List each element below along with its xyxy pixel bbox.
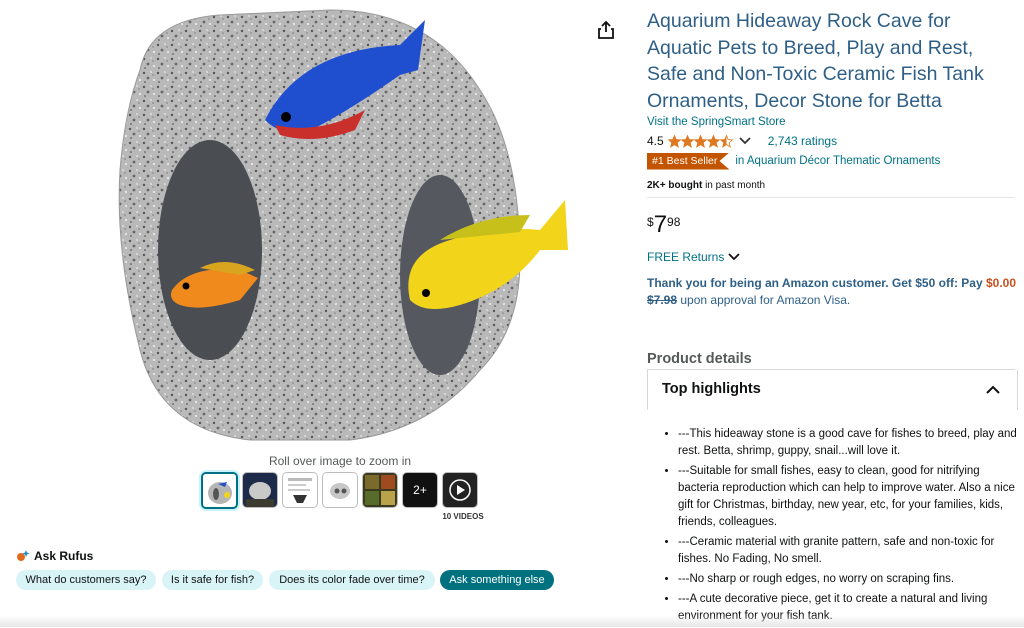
rufus-chip-customers[interactable]: What do customers say? — [16, 570, 156, 590]
highlight-item: ---Suitable for small fishes, easy to cl… — [678, 463, 1018, 531]
product-title: Aquarium Hideaway Rock Cave for Aquatic … — [647, 10, 984, 112]
zoom-hint: Roll over image to zoom in — [268, 454, 412, 468]
thumbnail-image — [283, 473, 317, 507]
promo-pay-price: $0.00 — [985, 276, 1016, 290]
promo-text: Thank you for being an Amazon customer. … — [647, 276, 983, 290]
highlight-item: ---No sharp or rough edges, no worry on … — [678, 571, 1018, 588]
store-link[interactable]: Visit the SpringSmart Store — [647, 116, 786, 128]
rating-value: 4.5 — [647, 134, 664, 148]
highlight-item: ---This hideaway stone is a good cave fo… — [678, 426, 1018, 460]
rufus-chip-ask[interactable]: Ask something else — [440, 570, 554, 590]
bought-period: in past month — [705, 180, 766, 191]
top-highlights-heading[interactable]: Top highlights — [662, 381, 761, 397]
thumbnail-4[interactable] — [322, 472, 358, 508]
play-icon — [449, 479, 471, 501]
thumbnail-2[interactable] — [242, 472, 278, 508]
divider — [647, 197, 1015, 198]
chevron-down-icon — [728, 253, 740, 261]
price-fraction: 98 — [667, 215, 681, 229]
thumbnail-5[interactable] — [362, 472, 398, 508]
main-product-image[interactable] — [100, 0, 580, 450]
rufus-icon — [17, 550, 30, 561]
product-details-heading: Product details — [647, 351, 752, 367]
thumbnail-image — [243, 473, 277, 507]
visa-promo[interactable]: Thank you for being an Amazon customer. … — [647, 275, 1017, 309]
price: $ 7 98 — [647, 212, 680, 238]
more-count: 2+ — [413, 483, 427, 497]
thumbnail-image — [323, 473, 357, 507]
best-seller-category-link[interactable]: in Aquarium Décor Thematic Ornaments — [735, 155, 940, 167]
bought-count: 2K+ bought — [647, 180, 703, 191]
rufus-chip-fade[interactable]: Does its color fade over time? — [269, 570, 435, 590]
promo-strike-price: $7.98 — [647, 293, 678, 307]
share-icon[interactable] — [596, 20, 616, 40]
thumbnail-image — [363, 473, 397, 507]
price-symbol: $ — [647, 215, 654, 229]
highlights-list: ---This hideaway stone is a good cave fo… — [664, 426, 1018, 628]
price-whole: 7 — [653, 211, 668, 238]
rufus-chip-safe[interactable]: Is it safe for fish? — [162, 570, 263, 590]
ratings-count-link[interactable]: 2,743 ratings — [768, 134, 837, 148]
thumbnail-more[interactable]: 2+ — [402, 472, 438, 508]
chevron-up-icon[interactable] — [984, 382, 1002, 398]
thumbnail-image — [203, 474, 236, 507]
thumbnail-3[interactable] — [282, 472, 318, 508]
best-seller-badge: #1 Best Seller — [647, 152, 730, 170]
videos-count-label: 10 VIDEOS — [442, 512, 484, 521]
star-rating-icon[interactable] — [667, 134, 734, 148]
thumbnail-1[interactable] — [201, 472, 238, 509]
free-returns-label: FREE Returns — [647, 250, 725, 264]
chevron-down-icon[interactable] — [738, 136, 752, 146]
rufus-label: Ask Rufus — [34, 549, 94, 563]
rating-row: 4.5 2,743 ratings — [647, 133, 837, 149]
free-returns-link[interactable]: FREE Returns — [647, 250, 740, 264]
ask-rufus[interactable]: Ask Rufus — [16, 548, 93, 564]
thumbnail-videos[interactable] — [442, 472, 478, 508]
best-seller-row: #1 Best Seller in Aquarium Décor Themati… — [647, 152, 940, 170]
bought-in-past-month: 2K+ bought in past month — [647, 180, 765, 191]
bottom-shadow — [0, 615, 1024, 627]
highlight-item: ---Ceramic material with granite pattern… — [678, 534, 1018, 568]
promo-rest: upon approval for Amazon Visa. — [680, 293, 851, 307]
